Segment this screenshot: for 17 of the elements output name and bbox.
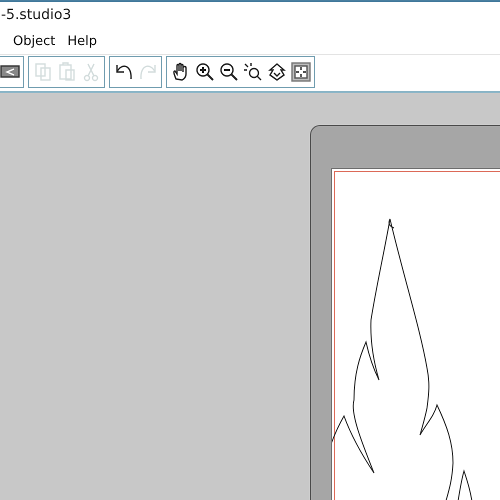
copy-icon [32,62,52,82]
zoom-sparkle-icon [242,62,262,82]
target-icon [290,62,310,82]
zoom-out-icon [218,62,238,82]
menu-item[interactable]: Object [13,34,56,48]
redo-icon [138,62,158,82]
zoom-in-button[interactable] [194,61,215,83]
zoom-out-button[interactable] [218,61,239,83]
zoom-in-icon [194,62,214,82]
fold-icon [266,62,286,82]
fold-button[interactable] [266,61,287,83]
clipboard-icon [56,62,76,82]
undo-icon [114,62,134,82]
window-title: -5.studio3 [1,7,72,23]
target-button[interactable] [290,61,311,83]
zoom-sparkle-button[interactable] [242,61,263,83]
menu-item[interactable]: Help [67,34,97,48]
